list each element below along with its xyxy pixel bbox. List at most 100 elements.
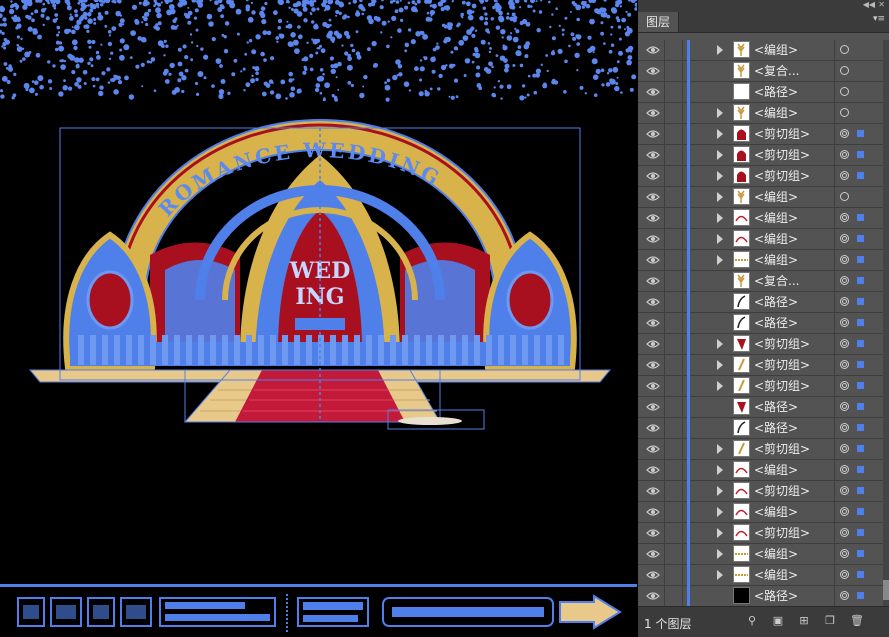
visibility-eye-icon[interactable] [646, 318, 660, 328]
visibility-eye-icon[interactable] [646, 591, 660, 601]
close-icon[interactable]: ✕ [878, 0, 885, 10]
target-circle-icon[interactable] [840, 255, 849, 264]
visibility-eye-icon[interactable] [646, 423, 660, 433]
layer-list[interactable]: <编组> <复合... <路径> <编组> <剪切组> <剪切组> <剪切组> <编组> <编组… [638, 40, 883, 607]
panel-menu-icon[interactable]: ▾≡ [873, 14, 885, 24]
layer-name[interactable]: <剪切组> [754, 355, 810, 376]
layer-name[interactable]: <编组> [754, 208, 798, 229]
visibility-eye-icon[interactable] [646, 255, 660, 265]
target-circle-icon[interactable] [840, 87, 849, 96]
layer-row[interactable]: <剪切组> [638, 334, 883, 355]
target-circle-icon[interactable] [840, 465, 849, 474]
layer-row[interactable]: <剪切组> [638, 376, 883, 397]
layer-name[interactable]: <编组> [754, 103, 798, 124]
artboard-canvas[interactable]: ROMANCE WEDDING WED ING [0, 0, 637, 637]
target-circle-icon[interactable] [840, 339, 849, 348]
layer-row[interactable]: <编组> [638, 187, 883, 208]
layer-row[interactable]: <编组> [638, 208, 883, 229]
wedding-stage-artwork[interactable]: ROMANCE WEDDING WED ING [0, 0, 637, 637]
selection-square-icon[interactable] [857, 466, 864, 473]
collapse-icon[interactable]: ◀◀ [863, 0, 875, 10]
layer-row[interactable]: <剪切组> [638, 124, 883, 145]
layer-name[interactable]: <复合... [754, 61, 800, 82]
expand-triangle-icon[interactable] [717, 150, 723, 160]
layer-row[interactable]: <剪切组> [638, 355, 883, 376]
layer-name[interactable]: <剪切组> [754, 523, 810, 544]
selection-square-icon[interactable] [857, 571, 864, 578]
selection-square-icon[interactable] [857, 361, 864, 368]
layer-name[interactable]: <剪切组> [754, 481, 810, 502]
selection-square-icon[interactable] [857, 277, 864, 284]
visibility-eye-icon[interactable] [646, 339, 660, 349]
layer-name[interactable]: <编组> [754, 502, 798, 523]
layer-row[interactable]: <编组> [638, 502, 883, 523]
selection-square-icon[interactable] [857, 508, 864, 515]
layer-row[interactable]: <编组> [638, 250, 883, 271]
delete-icon[interactable]: 🗑 [850, 615, 864, 627]
visibility-eye-icon[interactable] [646, 66, 660, 76]
layer-name[interactable]: <路径> [754, 313, 798, 334]
layer-row[interactable]: <编组> [638, 229, 883, 250]
selection-square-icon[interactable] [857, 529, 864, 536]
layer-row[interactable]: <编组> [638, 103, 883, 124]
layer-row[interactable]: <剪切组> [638, 166, 883, 187]
selection-square-icon[interactable] [857, 298, 864, 305]
target-circle-icon[interactable] [840, 318, 849, 327]
target-circle-icon[interactable] [840, 150, 849, 159]
visibility-eye-icon[interactable] [646, 381, 660, 391]
selection-square-icon[interactable] [857, 172, 864, 179]
target-circle-icon[interactable] [840, 297, 849, 306]
layer-name[interactable]: <复合... [754, 271, 800, 292]
make-clipping-mask-icon[interactable]: ▣ [772, 615, 784, 627]
visibility-eye-icon[interactable] [646, 150, 660, 160]
layer-name[interactable]: <剪切组> [754, 166, 810, 187]
visibility-eye-icon[interactable] [646, 402, 660, 412]
layer-name[interactable]: <编组> [754, 544, 798, 565]
target-circle-icon[interactable] [840, 570, 849, 579]
layer-name[interactable]: <路径> [754, 82, 798, 103]
target-circle-icon[interactable] [840, 45, 849, 54]
target-circle-icon[interactable] [840, 108, 849, 117]
visibility-eye-icon[interactable] [646, 528, 660, 538]
visibility-eye-icon[interactable] [646, 570, 660, 580]
layer-row[interactable]: <路径> [638, 586, 883, 607]
expand-triangle-icon[interactable] [717, 486, 723, 496]
visibility-eye-icon[interactable] [646, 465, 660, 475]
selection-square-icon[interactable] [857, 550, 864, 557]
target-circle-icon[interactable] [840, 549, 849, 558]
expand-triangle-icon[interactable] [717, 570, 723, 580]
layer-name[interactable]: <路径> [754, 586, 798, 607]
target-circle-icon[interactable] [840, 423, 849, 432]
visibility-eye-icon[interactable] [646, 507, 660, 517]
visibility-eye-icon[interactable] [646, 192, 660, 202]
visibility-eye-icon[interactable] [646, 45, 660, 55]
visibility-eye-icon[interactable] [646, 108, 660, 118]
layer-name[interactable]: <编组> [754, 460, 798, 481]
layer-name[interactable]: <编组> [754, 250, 798, 271]
expand-triangle-icon[interactable] [717, 108, 723, 118]
visibility-eye-icon[interactable] [646, 360, 660, 370]
target-circle-icon[interactable] [840, 591, 849, 600]
target-circle-icon[interactable] [840, 507, 849, 516]
layer-row[interactable]: <编组> [638, 40, 883, 61]
layer-row[interactable]: <编组> [638, 544, 883, 565]
expand-triangle-icon[interactable] [717, 444, 723, 454]
selection-square-icon[interactable] [857, 130, 864, 137]
layer-row[interactable]: <路径> [638, 418, 883, 439]
target-circle-icon[interactable] [840, 129, 849, 138]
layer-name[interactable]: <剪切组> [754, 376, 810, 397]
visibility-eye-icon[interactable] [646, 234, 660, 244]
layer-row[interactable]: <剪切组> [638, 145, 883, 166]
target-circle-icon[interactable] [840, 381, 849, 390]
visibility-eye-icon[interactable] [646, 276, 660, 286]
selection-square-icon[interactable] [857, 256, 864, 263]
target-circle-icon[interactable] [840, 402, 849, 411]
layer-row[interactable]: <路径> [638, 82, 883, 103]
expand-triangle-icon[interactable] [717, 45, 723, 55]
expand-triangle-icon[interactable] [717, 360, 723, 370]
scrollbar-thumb[interactable] [883, 580, 889, 600]
layer-row[interactable]: <路径> [638, 397, 883, 418]
layer-row[interactable]: <编组> [638, 460, 883, 481]
create-sublayer-icon[interactable]: ⊞ [798, 615, 810, 627]
selection-square-icon[interactable] [857, 445, 864, 452]
